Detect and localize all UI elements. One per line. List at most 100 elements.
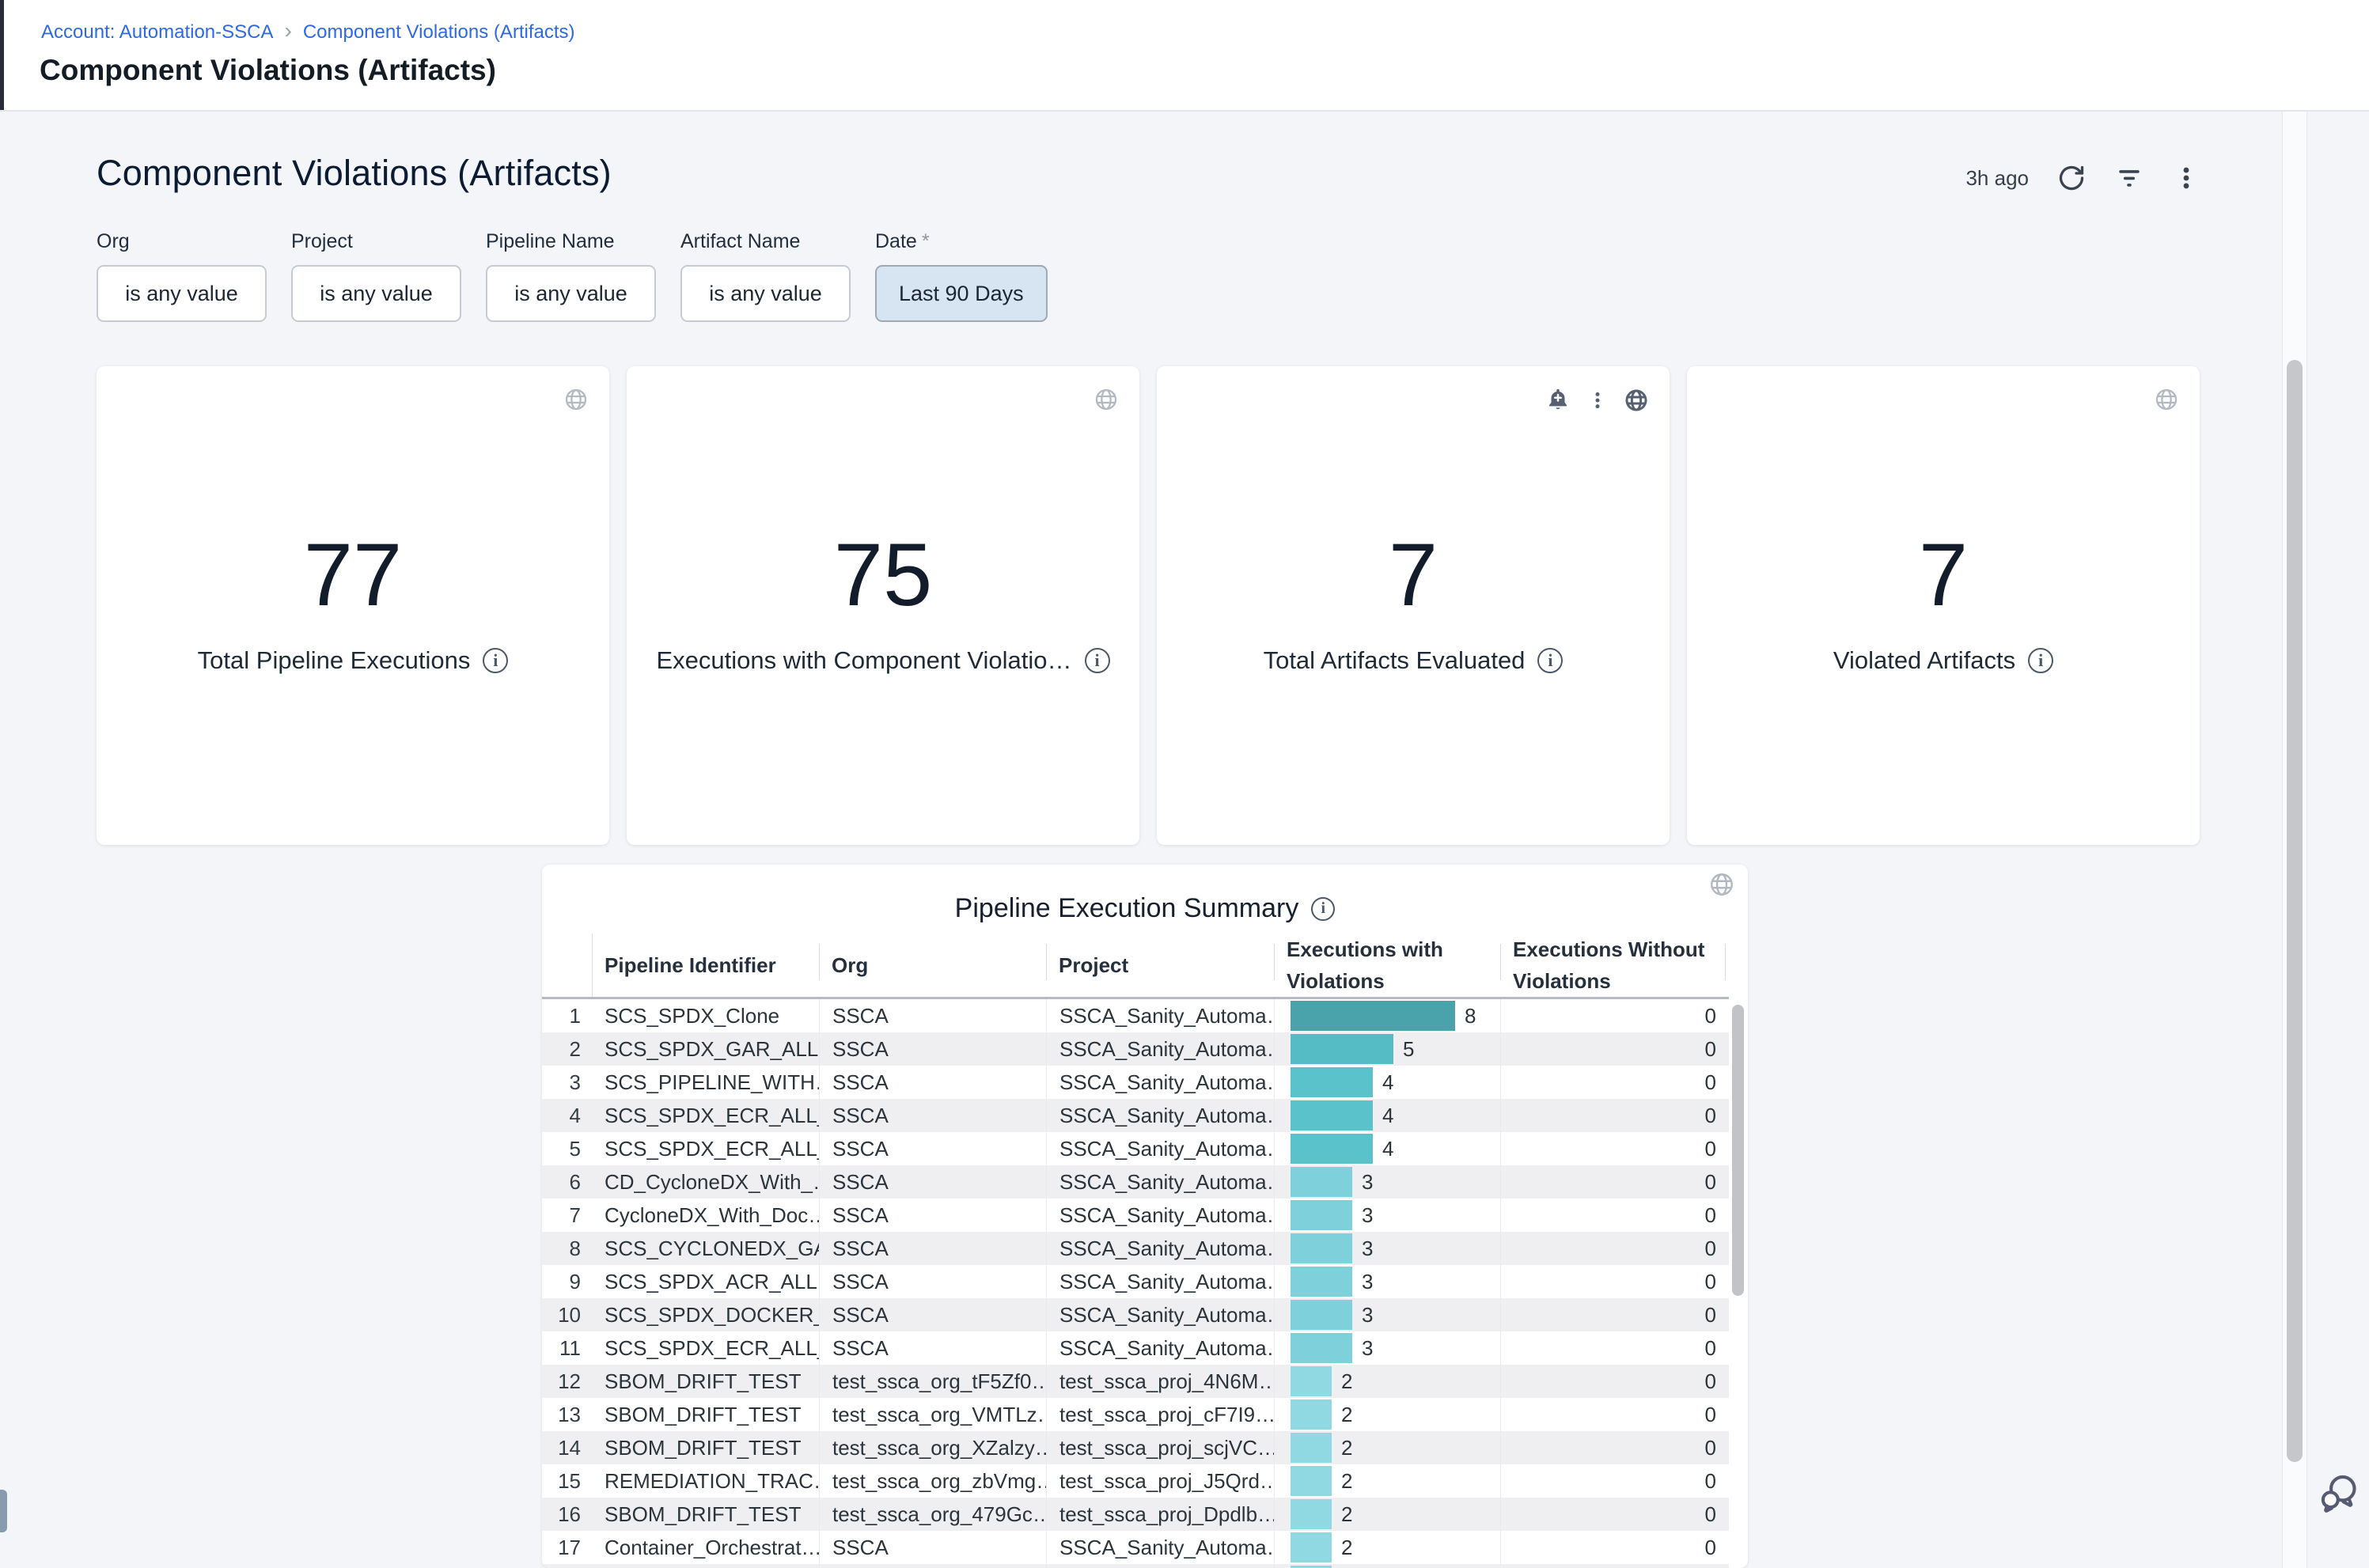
info-icon[interactable]: i <box>1537 648 1563 673</box>
table-row[interactable]: 11SCS_SPDX_ECR_ALL_…SSCASSCA_Sanity_Auto… <box>542 1331 1729 1365</box>
table-title-row: Pipeline Execution Summary i <box>542 893 1748 924</box>
table-row[interactable]: 17Container_Orchestrat…SSCASSCA_Sanity_A… <box>542 1531 1729 1564</box>
org-cell: SSCA <box>819 1531 1046 1564</box>
row-index: 1 <box>542 999 592 1032</box>
table-row[interactable]: 14SBOM_DRIFT_TESTtest_ssca_org_XZalzy…te… <box>542 1431 1729 1464</box>
executions-without-violations-cell <box>1500 1564 1729 1568</box>
metric-card-3: 7Violated Artifactsi <box>1687 366 2200 845</box>
executions-with-violations-cell: 3 <box>1274 1265 1500 1298</box>
executions-with-violations-cell: 3 <box>1274 1298 1500 1331</box>
globe-icon[interactable] <box>563 387 589 412</box>
table-header-row: Pipeline IdentifierOrgProjectExecutions … <box>542 934 1729 997</box>
metric-card-1: 75Executions with Component Violatio…i <box>627 366 1139 845</box>
header-divider <box>1500 944 1501 980</box>
breadcrumb: Account: Automation-SSCA › Component Vio… <box>41 21 575 44</box>
violations-bar-value: 2 <box>1341 1464 1352 1498</box>
executions-with-violations-cell: 2 <box>1274 1398 1500 1431</box>
row-index <box>542 1564 592 1568</box>
org-cell: SSCA <box>819 1099 1046 1132</box>
info-icon[interactable]: i <box>1311 897 1335 921</box>
breadcrumb-account-link[interactable]: Account: Automation-SSCA <box>41 21 273 44</box>
globe-icon[interactable] <box>1094 387 1119 412</box>
chat-support-icon[interactable] <box>2315 1470 2361 1516</box>
project-cell <box>1046 1564 1274 1568</box>
executions-without-violations-cell: 0 <box>1500 1232 1729 1265</box>
filter-value-dropdown[interactable]: is any value <box>291 265 461 322</box>
project-cell: SSCA_Sanity_Automa… <box>1046 1531 1274 1564</box>
column-header[interactable]: Org <box>819 949 1046 981</box>
row-index: 9 <box>542 1265 592 1298</box>
table-row[interactable]: 10SCS_SPDX_DOCKER_…SSCASSCA_Sanity_Autom… <box>542 1298 1729 1331</box>
table-row[interactable]: 9SCS_SPDX_ACR_ALL…SSCASSCA_Sanity_Automa… <box>542 1265 1729 1298</box>
info-icon[interactable]: i <box>2028 648 2053 673</box>
info-icon[interactable]: i <box>1085 648 1110 673</box>
table-row[interactable]: 15REMEDIATION_TRAC…test_ssca_org_zbVmg…t… <box>542 1464 1729 1498</box>
column-header[interactable]: Project <box>1046 949 1274 981</box>
page-scrollbar-thumb[interactable] <box>2287 360 2303 1462</box>
row-index: 17 <box>542 1531 592 1564</box>
executions-with-violations-cell: 2 <box>1274 1365 1500 1398</box>
table-row[interactable]: 3SCS_PIPELINE_WITH…SSCASSCA_Sanity_Autom… <box>542 1066 1729 1099</box>
violations-bar-value: 5 <box>1403 1032 1414 1066</box>
org-cell: test_ssca_org_479Gc… <box>819 1498 1046 1531</box>
executions-without-violations-cell: 0 <box>1500 1165 1729 1199</box>
table-row[interactable] <box>542 1564 1729 1568</box>
org-cell: test_ssca_org_tF5Zf0… <box>819 1365 1046 1398</box>
row-index: 13 <box>542 1398 592 1431</box>
kebab-menu-icon[interactable] <box>1587 387 1608 414</box>
table-row[interactable]: 1SCS_SPDX_CloneSSCASSCA_Sanity_Automa…80 <box>542 999 1729 1032</box>
table-row[interactable]: 7CycloneDX_With_Doc…SSCASSCA_Sanity_Auto… <box>542 1199 1729 1232</box>
globe-icon[interactable] <box>1708 871 1735 898</box>
org-cell: SSCA <box>819 1199 1046 1232</box>
filter-value-dropdown[interactable]: is any value <box>97 265 267 322</box>
metric-label: Executions with Component Violatio… <box>657 646 1072 675</box>
violations-bar-value: 3 <box>1362 1232 1373 1265</box>
card-icon-cluster <box>2154 387 2179 412</box>
column-header[interactable]: Executions Without Violations <box>1500 934 1729 998</box>
table-row[interactable]: 16SBOM_DRIFT_TESTtest_ssca_org_479Gc…tes… <box>542 1498 1729 1531</box>
alert-bell-add-icon[interactable] <box>1545 387 1571 414</box>
row-index: 2 <box>542 1032 592 1066</box>
executions-without-violations-cell: 0 <box>1500 1365 1729 1398</box>
column-header[interactable]: Pipeline Identifier <box>592 949 819 981</box>
filter-artifact-name: Artifact Nameis any value <box>680 230 851 322</box>
pipeline-identifier-cell: SCS_SPDX_ECR_ALL_… <box>592 1132 819 1165</box>
info-icon[interactable]: i <box>483 648 508 673</box>
executions-without-violations-cell: 0 <box>1500 1032 1729 1066</box>
table-row[interactable]: 12SBOM_DRIFT_TESTtest_ssca_org_tF5Zf0…te… <box>542 1365 1729 1398</box>
filter-bar: Orgis any valueProjectis any valuePipeli… <box>97 230 1048 322</box>
kebab-menu-icon[interactable] <box>2173 163 2200 193</box>
side-panel-tab[interactable] <box>0 1490 7 1532</box>
executions-without-violations-cell: 0 <box>1500 1199 1729 1232</box>
executions-without-violations-cell: 0 <box>1500 1498 1729 1531</box>
org-cell: test_ssca_org_zbVmg… <box>819 1464 1046 1498</box>
table-row[interactable]: 5SCS_SPDX_ECR_ALL_…SSCASSCA_Sanity_Autom… <box>542 1132 1729 1165</box>
table-row[interactable]: 13SBOM_DRIFT_TESTtest_ssca_org_VMTLz…tes… <box>542 1398 1729 1431</box>
project-cell: SSCA_Sanity_Automa… <box>1046 999 1274 1032</box>
violations-bar <box>1291 1499 1332 1529</box>
table-row[interactable]: 8SCS_CYCLONEDX_GA…SSCASSCA_Sanity_Automa… <box>542 1232 1729 1265</box>
project-cell: SSCA_Sanity_Automa… <box>1046 1265 1274 1298</box>
metric-label-row: Total Pipeline Executionsi <box>198 646 509 675</box>
page-title: Component Violations (Artifacts) <box>40 54 496 87</box>
globe-icon[interactable] <box>1624 388 1649 413</box>
table-row[interactable]: 2SCS_SPDX_GAR_ALL…SSCASSCA_Sanity_Automa… <box>542 1032 1729 1066</box>
refresh-icon[interactable] <box>2057 164 2086 192</box>
breadcrumb-current-link[interactable]: Component Violations (Artifacts) <box>303 21 575 44</box>
org-cell: SSCA <box>819 1265 1046 1298</box>
table-row[interactable]: 4SCS_SPDX_ECR_ALL_…SSCASSCA_Sanity_Autom… <box>542 1099 1729 1132</box>
table-scrollbar-thumb[interactable] <box>1732 1005 1744 1296</box>
pipeline-identifier-cell: REMEDIATION_TRAC… <box>592 1464 819 1498</box>
filter-value-dropdown[interactable]: is any value <box>680 265 851 322</box>
filter-icon[interactable] <box>2114 165 2144 191</box>
table-row[interactable]: 6CD_CycloneDX_With_…SSCASSCA_Sanity_Auto… <box>542 1165 1729 1199</box>
filter-value-dropdown[interactable]: is any value <box>486 265 656 322</box>
pipeline-identifier-cell: SCS_SPDX_ACR_ALL… <box>592 1265 819 1298</box>
org-cell: SSCA <box>819 1331 1046 1365</box>
required-asterisk: * <box>922 230 930 252</box>
column-header[interactable]: Executions with Violations <box>1274 934 1500 998</box>
violations-bar-value: 2 <box>1341 1498 1352 1531</box>
globe-icon[interactable] <box>2154 387 2179 412</box>
filter-value-dropdown[interactable]: Last 90 Days <box>875 265 1048 322</box>
executions-without-violations-cell: 0 <box>1500 1398 1729 1431</box>
